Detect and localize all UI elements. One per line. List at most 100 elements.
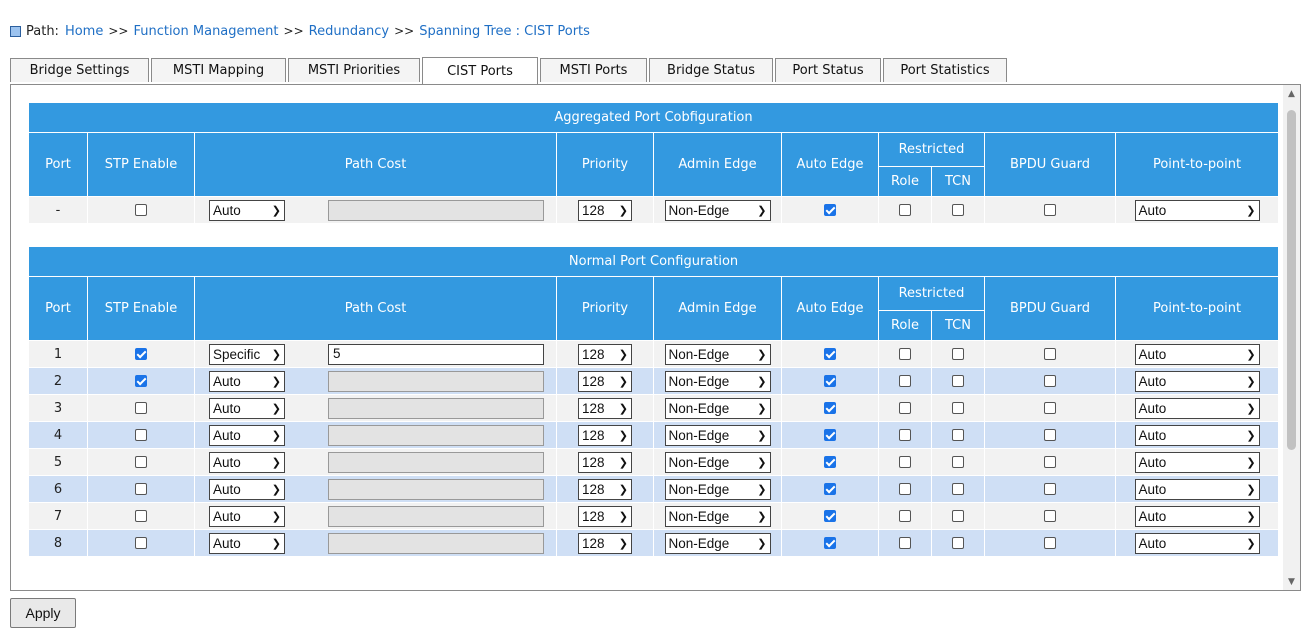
breadcrumb-current-page[interactable]: Spanning Tree : CIST Ports <box>419 24 590 39</box>
tab-msti-mapping[interactable]: MSTI Mapping <box>151 58 286 82</box>
bpdu-guard-checkbox[interactable] <box>1044 537 1056 549</box>
tab-msti-priorities[interactable]: MSTI Priorities <box>288 58 420 82</box>
path-cost-mode-select[interactable]: Auto ❯ <box>209 478 285 500</box>
path-cost-mode-select[interactable]: Auto ❯ <box>209 199 285 221</box>
point-to-point-select[interactable]: Auto ❯ <box>1134 343 1260 365</box>
restricted-tcn-checkbox[interactable] <box>952 510 964 522</box>
bpdu-guard-checkbox[interactable] <box>1044 375 1056 387</box>
admin-edge-select[interactable]: Non-Edge ❯ <box>664 478 771 500</box>
stp-enable-checkbox[interactable] <box>135 456 147 468</box>
point-to-point-select[interactable]: Auto ❯ <box>1134 505 1260 527</box>
auto-edge-checkbox[interactable] <box>824 537 836 549</box>
admin-edge-select[interactable]: Non-Edge ❯ <box>664 505 771 527</box>
path-cost-mode-select[interactable]: Auto ❯ <box>209 505 285 527</box>
bpdu-guard-checkbox[interactable] <box>1044 204 1056 216</box>
restricted-role-checkbox[interactable] <box>899 483 911 495</box>
priority-select[interactable]: 128 ❯ <box>578 505 632 527</box>
restricted-role-checkbox[interactable] <box>899 348 911 360</box>
priority-select[interactable]: 128 ❯ <box>578 451 632 473</box>
tab-cist-ports[interactable]: CIST Ports <box>422 57 538 84</box>
stp-enable-checkbox[interactable] <box>135 510 147 522</box>
scroll-down-arrow-icon[interactable]: ▼ <box>1283 573 1300 590</box>
tab-bridge-settings[interactable]: Bridge Settings <box>10 58 149 82</box>
restricted-role-checkbox[interactable] <box>899 456 911 468</box>
auto-edge-checkbox[interactable] <box>824 402 836 414</box>
path-cost-mode-select[interactable]: Auto ❯ <box>209 451 285 473</box>
restricted-role-checkbox[interactable] <box>899 537 911 549</box>
point-to-point-select[interactable]: Auto ❯ <box>1134 532 1260 554</box>
stp-enable-checkbox[interactable] <box>135 348 147 360</box>
priority-select[interactable]: 128 ❯ <box>578 370 632 392</box>
admin-edge-select[interactable]: Non-Edge ❯ <box>664 451 771 473</box>
priority-select[interactable]: 128 ❯ <box>578 343 632 365</box>
scrollbar-thumb[interactable] <box>1287 110 1296 450</box>
vertical-scrollbar[interactable]: ▲ ▼ <box>1283 85 1300 590</box>
stp-enable-checkbox[interactable] <box>135 204 147 216</box>
priority-select[interactable]: 128 ❯ <box>578 478 632 500</box>
admin-edge-select[interactable]: Non-Edge ❯ <box>664 532 771 554</box>
auto-edge-checkbox[interactable] <box>824 510 836 522</box>
tab-port-statistics[interactable]: Port Statistics <box>883 58 1007 82</box>
tab-bridge-status[interactable]: Bridge Status <box>649 58 773 82</box>
bpdu-guard-checkbox[interactable] <box>1044 483 1056 495</box>
priority-select[interactable]: 128 ❯ <box>578 397 632 419</box>
breadcrumb-redundancy-link[interactable]: Redundancy <box>309 24 389 39</box>
point-to-point-select[interactable]: Auto ❯ <box>1134 424 1260 446</box>
priority-select[interactable]: 128 ❯ <box>578 199 632 221</box>
admin-edge-select[interactable]: Non-Edge ❯ <box>664 199 771 221</box>
bpdu-guard-checkbox[interactable] <box>1044 429 1056 441</box>
priority-select[interactable]: 128 ❯ <box>578 424 632 446</box>
restricted-tcn-checkbox[interactable] <box>952 204 964 216</box>
breadcrumb-home-link[interactable]: Home <box>65 24 103 39</box>
path-cost-mode-select[interactable]: Auto ❯ <box>209 397 285 419</box>
path-cost-mode-select[interactable]: Auto ❯ <box>209 424 285 446</box>
stp-enable-checkbox[interactable] <box>135 537 147 549</box>
apply-button[interactable]: Apply <box>10 598 76 628</box>
restricted-tcn-checkbox[interactable] <box>952 348 964 360</box>
bpdu-guard-checkbox[interactable] <box>1044 402 1056 414</box>
col-path-cost: Path Cost <box>194 276 557 341</box>
point-to-point-select[interactable]: Auto ❯ <box>1134 397 1260 419</box>
auto-edge-checkbox[interactable] <box>824 375 836 387</box>
restricted-role-checkbox[interactable] <box>899 402 911 414</box>
restricted-role-checkbox[interactable] <box>899 429 911 441</box>
restricted-tcn-checkbox[interactable] <box>952 402 964 414</box>
breadcrumb-function-management-link[interactable]: Function Management <box>133 24 278 39</box>
admin-edge-select[interactable]: Non-Edge ❯ <box>664 343 771 365</box>
scroll-up-arrow-icon[interactable]: ▲ <box>1283 85 1300 102</box>
restricted-tcn-checkbox[interactable] <box>952 456 964 468</box>
bpdu-guard-checkbox[interactable] <box>1044 456 1056 468</box>
bpdu-guard-checkbox[interactable] <box>1044 348 1056 360</box>
admin-edge-select[interactable]: Non-Edge ❯ <box>664 370 771 392</box>
path-cost-mode-select[interactable]: Auto ❯ <box>209 370 285 392</box>
tab-msti-ports[interactable]: MSTI Ports <box>540 58 647 82</box>
path-cost-mode-select[interactable]: Specific ❯ <box>209 343 285 365</box>
point-to-point-select[interactable]: Auto ❯ <box>1134 199 1260 221</box>
restricted-role-checkbox[interactable] <box>899 204 911 216</box>
auto-edge-checkbox[interactable] <box>824 204 836 216</box>
tab-port-status[interactable]: Port Status <box>775 58 881 82</box>
auto-edge-checkbox[interactable] <box>824 429 836 441</box>
restricted-tcn-checkbox[interactable] <box>952 375 964 387</box>
admin-edge-select[interactable]: Non-Edge ❯ <box>664 424 771 446</box>
restricted-tcn-checkbox[interactable] <box>952 429 964 441</box>
path-cost-mode-select[interactable]: Auto ❯ <box>209 532 285 554</box>
restricted-role-checkbox[interactable] <box>899 510 911 522</box>
path-cost-input[interactable]: 5 <box>328 343 544 365</box>
restricted-role-checkbox[interactable] <box>899 375 911 387</box>
priority-select[interactable]: 128 ❯ <box>578 532 632 554</box>
point-to-point-select[interactable]: Auto ❯ <box>1134 451 1260 473</box>
stp-enable-checkbox[interactable] <box>135 483 147 495</box>
point-to-point-select[interactable]: Auto ❯ <box>1134 478 1260 500</box>
bpdu-guard-checkbox[interactable] <box>1044 510 1056 522</box>
admin-edge-select[interactable]: Non-Edge ❯ <box>664 397 771 419</box>
auto-edge-checkbox[interactable] <box>824 348 836 360</box>
restricted-tcn-checkbox[interactable] <box>952 537 964 549</box>
point-to-point-select[interactable]: Auto ❯ <box>1134 370 1260 392</box>
stp-enable-checkbox[interactable] <box>135 375 147 387</box>
restricted-tcn-checkbox[interactable] <box>952 483 964 495</box>
auto-edge-checkbox[interactable] <box>824 456 836 468</box>
auto-edge-checkbox[interactable] <box>824 483 836 495</box>
stp-enable-checkbox[interactable] <box>135 429 147 441</box>
stp-enable-checkbox[interactable] <box>135 402 147 414</box>
